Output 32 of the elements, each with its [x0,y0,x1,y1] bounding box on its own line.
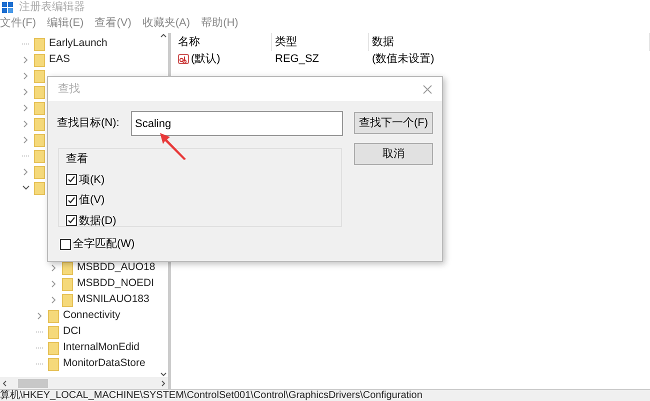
menu-item[interactable]: 文件(F) [0,15,36,32]
option-label: 数据(D) [79,214,116,228]
tree-item[interactable]: Connectivity [63,308,120,324]
tree-item[interactable]: InternalMonEdid [63,340,140,356]
window-title: 注册表编辑器 [19,0,85,15]
menu-item[interactable]: 编辑(E) [47,15,84,32]
option-label: 值(V) [79,193,105,208]
menu-item[interactable]: 收藏夹(A) [142,15,190,32]
column-header[interactable]: 类型 [272,33,369,51]
search-field[interactable]: Scaling [131,111,343,136]
dialog-button[interactable]: 查找下一个(F) [354,112,433,134]
dialog-title: 查找 [58,82,80,97]
option-label: 项(K) [79,172,105,188]
table-cell-text: (数值未设置) [371,52,436,67]
field-label: 查找目标(N): [57,116,119,132]
table-cell-text: (默认) [191,52,220,67]
tree-item[interactable]: MonitorDataStore [63,356,146,372]
tree-item[interactable]: EarlyLaunch [49,36,108,52]
menu-item[interactable]: 查看(V) [94,15,132,32]
column-header[interactable]: 数据 [369,33,650,51]
tree-item[interactable]: MSBDD_AUO18 [77,260,156,276]
tree-item[interactable]: EAS [49,52,70,68]
status-bar: 算机\HKEY_LOCAL_MACHINE\SYSTEM\ControlSet001\Control\GraphicsDrivers\Configuration [0,389,650,401]
menu-item[interactable]: 帮助(H) [201,15,238,32]
dialog-button[interactable]: 取消 [354,143,433,165]
group-title: 查看 [66,152,89,167]
tree-item[interactable]: MSNILAUO183 [77,292,150,308]
tree-item[interactable]: MSBDD_NOEDI [77,276,154,292]
column-header[interactable]: 名称 [175,33,272,51]
option-label: 全字匹配(W) [73,236,135,252]
table-cell-text: REG_SZ [274,52,320,67]
tree-item[interactable]: DCI [63,324,82,340]
